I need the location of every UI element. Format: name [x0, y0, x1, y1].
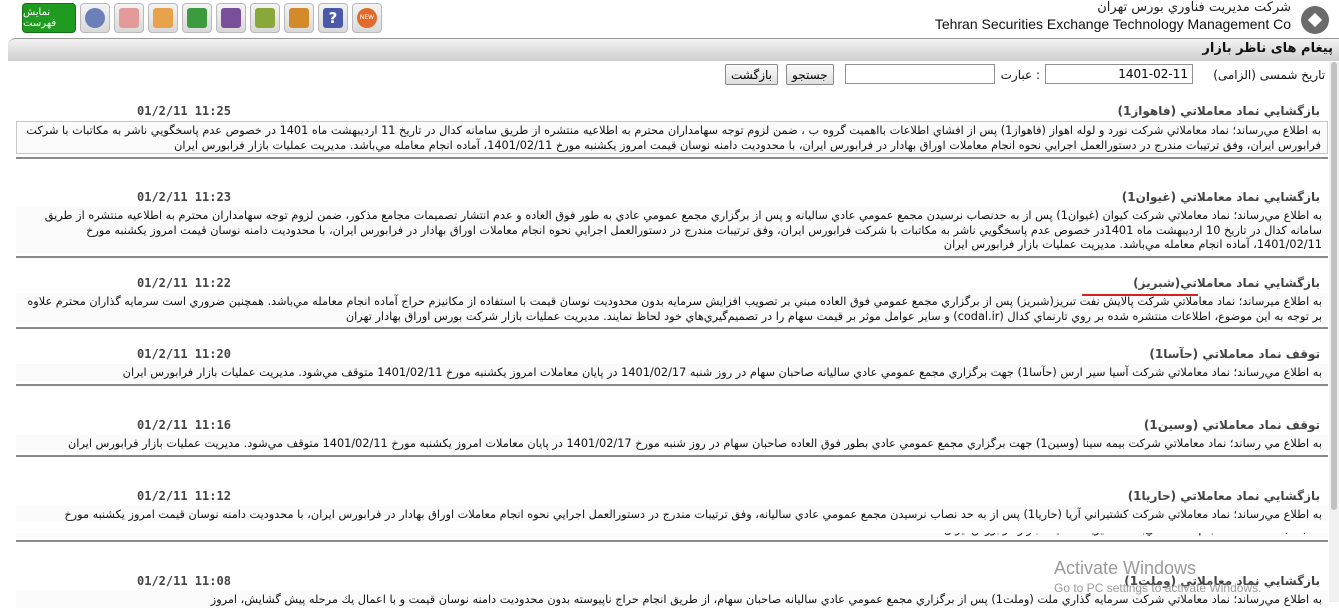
message-item: بازگشايي نماد معاملاتي(شبريز) 01/2/11 11:…: [16, 275, 1328, 329]
message-body: به اطلاع مي‌رساند؛ نماد معاملاتي شرکت نو…: [16, 121, 1328, 154]
help-button[interactable]: ?: [318, 3, 348, 33]
divider: [16, 540, 1328, 542]
message-item: توقف نماد معاملاتي (وسين1) 01/2/11 11:16 …: [16, 417, 1328, 457]
message-time: 01/2/11 11:23: [137, 190, 231, 204]
brand-name-en: Tehran Securities Exchange Technology Ma…: [934, 16, 1291, 32]
message-title: بازگشايي نماد معاملاتي (فاهواز1): [1117, 104, 1320, 118]
chat-button[interactable]: [284, 3, 314, 33]
message-time: 01/2/11 11:12: [137, 489, 231, 503]
message-title: بازگشايي نماد معاملاتي(شبريز): [1133, 276, 1320, 290]
highlight-underline: [1082, 294, 1198, 296]
back-button[interactable]: بازگشت: [725, 64, 778, 85]
help-icon: ?: [323, 8, 343, 28]
scrollbar-thumb[interactable]: [1331, 62, 1337, 510]
home-icon: [119, 8, 139, 28]
divider: [16, 157, 1328, 159]
date-input[interactable]: [1045, 64, 1193, 84]
phrase-label: عبارت :: [1000, 68, 1040, 82]
watermark-title: Activate Windows: [1054, 558, 1197, 578]
search-button[interactable]: جستجو: [786, 64, 834, 85]
globe-icon: [85, 8, 105, 28]
table-button[interactable]: [148, 3, 178, 33]
date-label: تاریخ شمسی (الزامی) :: [1213, 68, 1333, 82]
message-time: 01/2/11 11:16: [137, 418, 231, 432]
message-time: 01/2/11 11:22: [137, 276, 231, 290]
message-item: بازگشايي نماد معاملاتي (غيوان1) 01/2/11 1…: [16, 189, 1328, 258]
table-icon: [153, 8, 173, 28]
message-body: به اطلاع مي‌رساند؛ نماد معاملاتي شرکت آس…: [16, 364, 1328, 381]
chart-icon: [221, 8, 241, 28]
message-title: بازگشايي نماد معاملاتي (غيوان1): [1121, 190, 1320, 204]
toolbar: نمایش فهرست ? NEW: [22, 3, 382, 33]
message-body: به اطلاع مي‌رساند؛ نماد معاملاتي شرکت کي…: [16, 207, 1328, 253]
divider: [16, 327, 1328, 329]
message-title: بازگشايي نماد معاملاتي (حاريا1): [1127, 489, 1320, 503]
watermark-subtitle: Go to PC settings to activate Windows.: [1054, 581, 1262, 595]
chart-button[interactable]: [216, 3, 246, 33]
page-title: پیغام های ناظر بازار: [1202, 41, 1333, 56]
search-icon: [187, 8, 207, 28]
show-list-button[interactable]: نمایش فهرست: [22, 3, 76, 33]
message-title: توقف نماد معاملاتي (وسين1): [1143, 418, 1320, 432]
top-bar: نمایش فهرست ? NEW شرکت مديريت فناوري بور…: [0, 0, 1339, 38]
message-item: بازگشايي نماد معاملاتي (حاريا1) 01/2/11 1…: [16, 488, 1328, 542]
scrollbar[interactable]: [1329, 62, 1339, 602]
page-title-bar: پیغام های ناظر بازار: [8, 38, 1339, 61]
chat-icon: [289, 8, 309, 28]
grid-button[interactable]: [250, 3, 280, 33]
message-item: توقف نماد معاملاتي (حآسا1) 01/2/11 11:20 …: [16, 346, 1328, 386]
new-icon: NEW: [357, 8, 377, 28]
phrase-input[interactable]: [845, 64, 995, 84]
search-button-icon[interactable]: [182, 3, 212, 33]
message-title: توقف نماد معاملاتي (حآسا1): [1149, 347, 1320, 361]
divider: [16, 383, 1328, 386]
home-button[interactable]: [114, 3, 144, 33]
logo-icon: [1301, 6, 1329, 34]
brand: شرکت مديريت فناوري بورس تهران Tehran Sec…: [935, 0, 1291, 32]
brand-name-fa: شرکت مديريت فناوري بورس تهران: [1097, 0, 1291, 15]
message-item: بازگشايي نماد معاملاتي (فاهواز1) 01/2/11 …: [16, 103, 1328, 159]
activation-watermark: Activate Windows Go to PC settings to ac…: [1054, 558, 1261, 595]
message-time: 01/2/11 11:25: [137, 104, 231, 118]
divider: [16, 255, 1328, 258]
message-time: 01/2/11 11:20: [137, 347, 231, 361]
new-button[interactable]: NEW: [352, 3, 382, 33]
search-row: تاریخ شمسی (الزامی) : عبارت : جستجو بازگ…: [0, 62, 1339, 86]
render-gap: [0, 521, 1339, 533]
grid-icon: [255, 8, 275, 28]
globe-button[interactable]: [80, 3, 110, 33]
message-time: 01/2/11 11:08: [137, 574, 231, 588]
divider: [16, 454, 1328, 457]
message-body: به اطلاع ميرساند؛ نماد معاملاتي شرکت پال…: [16, 293, 1328, 324]
message-body: به اطلاع مي رساند؛ نماد معاملاتي شرکت بي…: [16, 435, 1328, 452]
